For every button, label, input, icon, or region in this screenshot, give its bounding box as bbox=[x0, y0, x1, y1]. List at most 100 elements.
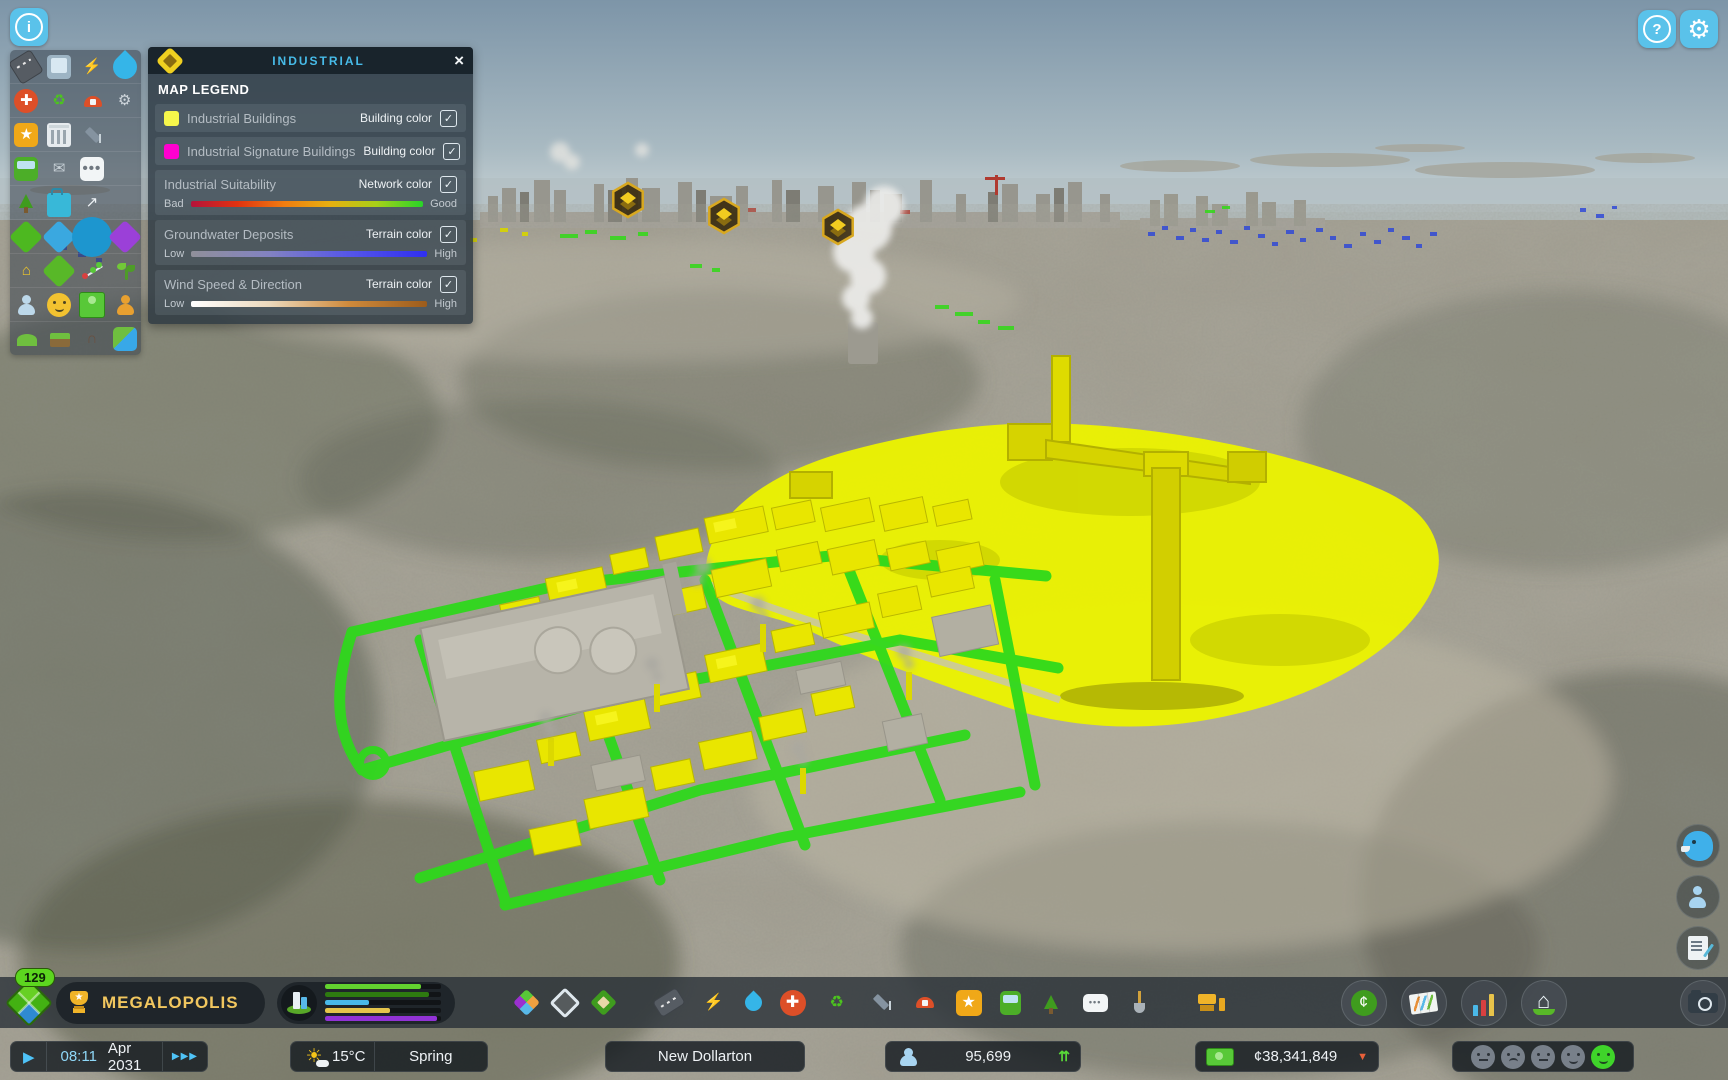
info-button[interactable]: i bbox=[10, 8, 48, 46]
roads-infoview-icon[interactable] bbox=[10, 50, 44, 84]
milestone-badge[interactable]: 129 bbox=[12, 981, 46, 1025]
toolbar-camera-group bbox=[1673, 980, 1728, 1026]
ground-pollution-infoview-icon[interactable] bbox=[47, 327, 71, 351]
toolbar-bulldozer-group bbox=[1187, 992, 1235, 1014]
transportation-tool-icon[interactable] bbox=[1000, 991, 1021, 1015]
legend-checkbox[interactable]: ✓ bbox=[440, 276, 457, 293]
happiness-pill[interactable] bbox=[1452, 1041, 1634, 1072]
happiness-face-smile[interactable] bbox=[1561, 1045, 1585, 1069]
sidebar-row: ✚ ♻ ⚙ bbox=[10, 84, 141, 118]
gradient-max-label: High bbox=[434, 298, 457, 310]
vehicles-infoview-icon[interactable] bbox=[47, 55, 71, 79]
follow-citizen-icon-button[interactable] bbox=[1676, 875, 1720, 919]
parks-recreation-tool-icon[interactable] bbox=[1039, 990, 1065, 1016]
money-pill[interactable]: ¢38,341,849 ▼ bbox=[1195, 1041, 1379, 1072]
happiness-face-flat[interactable] bbox=[1471, 1045, 1495, 1069]
speed-button[interactable]: ▶▶▶ bbox=[162, 1042, 207, 1071]
happiness-infoview-icon[interactable] bbox=[47, 293, 71, 317]
legend-swatch bbox=[164, 144, 179, 159]
happiness-face-happy[interactable] bbox=[1591, 1045, 1615, 1069]
statistics-panel-icon-button[interactable] bbox=[1461, 980, 1507, 1026]
garbage-infoview-icon[interactable]: ♻ bbox=[47, 89, 71, 113]
industrial-infoview-icon[interactable] bbox=[75, 220, 109, 254]
workers-infoview-icon[interactable] bbox=[113, 293, 137, 317]
population-value: 95,699 bbox=[918, 1048, 1058, 1065]
bulldozer-tool-icon[interactable] bbox=[1196, 992, 1226, 1014]
terraforming-tool-icon[interactable] bbox=[1126, 990, 1152, 1016]
help-button[interactable]: ? bbox=[1638, 10, 1676, 48]
planning-map-infoview-icon[interactable] bbox=[42, 254, 76, 288]
routes-infoview-icon[interactable]: ↗ bbox=[80, 191, 104, 215]
legend-checkbox[interactable]: ✓ bbox=[440, 110, 457, 127]
industrial-area-marker[interactable] bbox=[709, 199, 738, 233]
legend-gradient-line: LowHigh bbox=[164, 248, 457, 260]
statistics-line-infoview-icon[interactable] bbox=[80, 259, 104, 283]
population-infoview-icon[interactable] bbox=[14, 293, 38, 317]
agriculture-infoview-icon[interactable] bbox=[113, 259, 137, 283]
water-sewage-tool-icon[interactable] bbox=[741, 990, 765, 1014]
noise-pollution-infoview-icon[interactable]: ∩ bbox=[80, 327, 104, 351]
zoning-tool-icon[interactable] bbox=[513, 989, 540, 1016]
water-pollution-infoview-icon[interactable] bbox=[113, 327, 137, 351]
administration-infoview-icon[interactable] bbox=[47, 123, 71, 147]
journal-icon-button[interactable] bbox=[1676, 926, 1720, 970]
city-name-pill[interactable]: New Dollarton bbox=[605, 1041, 805, 1072]
garbage-tool-icon[interactable]: ♻ bbox=[824, 990, 850, 1016]
map-tiles-panel-icon-button[interactable] bbox=[1401, 980, 1447, 1026]
happiness-face-flat[interactable] bbox=[1531, 1045, 1555, 1069]
photo-mode-icon bbox=[1688, 993, 1718, 1013]
signature-buildings-tool-icon[interactable] bbox=[590, 989, 617, 1016]
communications-infoview-icon[interactable]: ••• bbox=[80, 157, 104, 181]
city-progression-pill[interactable]: ★ MEGALOPOLIS bbox=[56, 982, 265, 1024]
progression-panel-icon: ⌂ bbox=[1531, 990, 1557, 1016]
city-name: New Dollarton bbox=[658, 1048, 752, 1065]
demand-pill[interactable] bbox=[277, 982, 455, 1024]
electricity-infoview-icon[interactable]: ⚡ bbox=[80, 55, 104, 79]
legend-checkbox[interactable]: ✓ bbox=[440, 176, 457, 193]
photo-mode-icon-button[interactable] bbox=[1680, 980, 1726, 1026]
settings-button[interactable]: ⚙ bbox=[1680, 10, 1718, 48]
industrial-area-marker[interactable] bbox=[613, 183, 642, 217]
healthcare-tool-icon[interactable]: ✚ bbox=[780, 990, 806, 1016]
map-tiles-panel-icon bbox=[1409, 991, 1439, 1015]
play-pause-button[interactable]: ▶ bbox=[11, 1042, 47, 1071]
police-infoview-icon[interactable]: ★ bbox=[14, 123, 38, 147]
sidebar-row: ★ bbox=[10, 118, 141, 152]
legend-header: INDUSTRIAL × bbox=[148, 47, 473, 74]
milestone-title: MEGALOPOLIS bbox=[102, 993, 239, 1013]
money-infoview-icon[interactable] bbox=[79, 292, 105, 318]
residential-infoview-icon[interactable]: ⌂ bbox=[14, 259, 38, 283]
mail-infoview-icon[interactable]: ✉ bbox=[47, 157, 71, 181]
roads-tool-icon[interactable] bbox=[652, 987, 686, 1018]
industrial-area-marker[interactable] bbox=[823, 210, 852, 244]
education-tool-icon[interactable] bbox=[868, 990, 894, 1016]
fire-rescue-tool-icon[interactable] bbox=[912, 990, 938, 1016]
education-infoview-icon[interactable] bbox=[80, 123, 104, 147]
maintenance-infoview-icon[interactable]: ⚙ bbox=[113, 89, 137, 113]
population-pill[interactable]: 95,699 ⇈ bbox=[885, 1041, 1081, 1072]
police-tool-icon[interactable]: ★ bbox=[956, 990, 982, 1016]
sidebar-row: ∩ bbox=[10, 322, 141, 355]
legend-gradient-line: LowHigh bbox=[164, 298, 457, 310]
water-infoview-icon[interactable] bbox=[108, 50, 141, 83]
progression-panel-icon-button[interactable]: ⌂ bbox=[1521, 980, 1567, 1026]
game-time: 08:11 bbox=[60, 1048, 96, 1065]
legend-checkbox[interactable]: ✓ bbox=[440, 226, 457, 243]
landslide-infoview-icon[interactable] bbox=[14, 327, 38, 351]
parks-infoview-icon[interactable] bbox=[14, 191, 38, 215]
legend-checkbox[interactable]: ✓ bbox=[443, 143, 460, 160]
terrain-infoview-icon[interactable] bbox=[10, 220, 43, 254]
communications-tool-icon[interactable]: ••• bbox=[1083, 994, 1108, 1012]
electricity-tool-icon[interactable]: ⚡ bbox=[701, 990, 727, 1016]
chirper-icon-button[interactable] bbox=[1676, 824, 1720, 868]
legend-row: Groundwater DepositsTerrain color✓LowHig… bbox=[155, 220, 466, 265]
economy-panel-icon-button[interactable]: ¢ bbox=[1341, 980, 1387, 1026]
transportation-infoview-icon[interactable] bbox=[14, 157, 38, 181]
fire-safety-infoview-icon[interactable] bbox=[80, 89, 104, 113]
tourism-infoview-icon[interactable] bbox=[47, 193, 71, 217]
unique-buildings-infoview-icon[interactable] bbox=[108, 220, 141, 254]
healthcare-infoview-icon[interactable]: ✚ bbox=[14, 89, 38, 113]
close-icon[interactable]: × bbox=[454, 52, 464, 69]
areas-tool-icon[interactable] bbox=[549, 987, 580, 1018]
happiness-face-sad[interactable] bbox=[1501, 1045, 1525, 1069]
